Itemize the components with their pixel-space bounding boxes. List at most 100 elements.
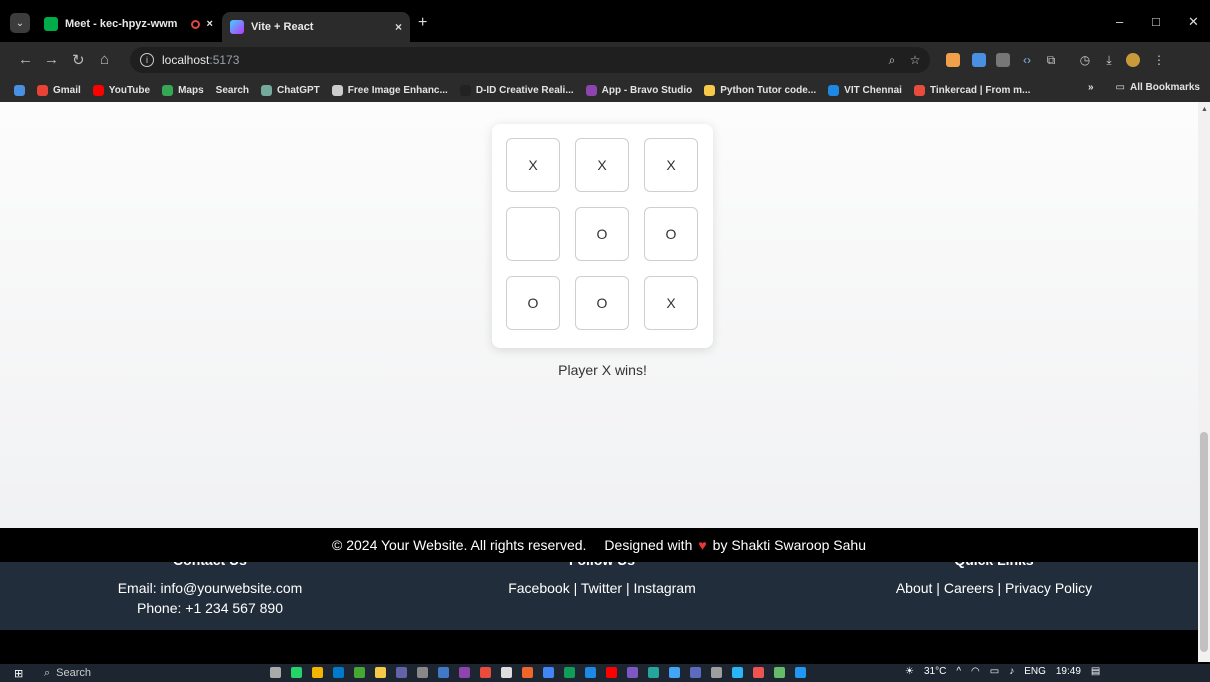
chatgpt-icon <box>261 84 273 96</box>
bookmark-chatgpt[interactable]: ChatGPT <box>261 84 320 96</box>
app-icon[interactable] <box>753 667 764 678</box>
bookmark-maps[interactable]: Maps <box>162 84 204 96</box>
bookmarks-overflow-button[interactable]: » <box>1088 82 1094 93</box>
history-icon[interactable]: ◷ <box>1078 53 1092 67</box>
tab-meet[interactable]: Meet - kec-hpyz-wwm × <box>36 12 222 36</box>
extensions-puzzle-icon[interactable]: ⧉ <box>1044 53 1058 67</box>
board-cell[interactable]: O <box>506 276 560 330</box>
menu-icon[interactable]: ⋮ <box>1152 53 1166 67</box>
file-explorer-icon[interactable] <box>375 667 386 678</box>
reload-icon[interactable]: ↻ <box>72 51 85 69</box>
new-tab-button[interactable]: + <box>418 14 427 32</box>
app-icon[interactable] <box>669 667 680 678</box>
teams-icon[interactable] <box>396 667 407 678</box>
weather-icon: ☀ <box>905 666 914 677</box>
zoom-icon[interactable]: ⌕ <box>885 53 899 67</box>
task-view-icon[interactable] <box>270 667 281 678</box>
bookmark-gmail[interactable]: Gmail <box>37 84 81 96</box>
chrome-icon[interactable] <box>312 667 323 678</box>
devtools-icon[interactable]: ‹› <box>1020 53 1034 67</box>
app-icon[interactable] <box>501 667 512 678</box>
all-bookmarks-button[interactable]: All Bookmarks <box>1130 82 1200 93</box>
home-icon[interactable]: ⌂ <box>100 51 109 68</box>
weather-temp[interactable]: 31°C <box>924 666 946 677</box>
notification-icon[interactable]: ▤ <box>1091 666 1100 677</box>
app-icon[interactable] <box>480 667 491 678</box>
board-cell[interactable]: O <box>575 207 629 261</box>
app-icon[interactable] <box>564 667 575 678</box>
app-icon[interactable] <box>522 667 533 678</box>
tab-vite-react[interactable]: Vite + React × <box>222 12 410 42</box>
search-icon: ⌕ <box>44 666 51 679</box>
bookmark-search[interactable]: Search <box>216 85 249 96</box>
contact-email: Email: info@yourwebsite.com <box>117 580 303 596</box>
app-icon[interactable] <box>627 667 638 678</box>
close-window-button[interactable]: ✕ <box>1188 14 1199 30</box>
bookmark-image-enhancer[interactable]: Free Image Enhanc... <box>331 84 448 96</box>
address-bar[interactable]: i localhost :5173 <box>130 47 930 73</box>
avatar[interactable] <box>1126 53 1140 67</box>
bookmark-d-id[interactable]: D-ID Creative Reali... <box>459 84 574 96</box>
download-icon[interactable]: ⤓ <box>1102 53 1116 67</box>
app-icon[interactable] <box>606 667 617 678</box>
battery-icon[interactable]: ▭ <box>990 666 999 677</box>
bookmark-python-tutor[interactable]: Python Tutor code... <box>704 84 816 96</box>
bookmark-bravo-studio[interactable]: App - Bravo Studio <box>585 84 692 96</box>
chevron-up-icon[interactable]: ^ <box>956 666 961 677</box>
tinkercad-icon <box>913 84 925 96</box>
scroll-up-icon[interactable]: ▲ <box>1201 106 1208 113</box>
app-icon[interactable] <box>438 667 449 678</box>
quick-links[interactable]: About | Careers | Privacy Policy <box>814 578 1174 598</box>
board-cell[interactable]: X <box>575 138 629 192</box>
social-links[interactable]: Facebook | Twitter | Instagram <box>422 578 782 598</box>
board-cell[interactable]: X <box>644 276 698 330</box>
app-icon[interactable] <box>795 667 806 678</box>
whatsapp-icon[interactable] <box>291 667 302 678</box>
app-icon[interactable] <box>417 667 428 678</box>
contact-phone: Phone: +1 234 567 890 <box>137 600 283 616</box>
game-board: X X X O O O O X <box>492 124 713 348</box>
extension-icon[interactable] <box>946 53 960 67</box>
extension-icon[interactable] <box>996 53 1010 67</box>
app-icon[interactable] <box>585 667 596 678</box>
app-icon[interactable] <box>732 667 743 678</box>
maximize-button[interactable]: □ <box>1152 14 1160 29</box>
extension-icon[interactable] <box>972 53 986 67</box>
vscode-icon[interactable] <box>333 667 344 678</box>
forward-arrow-icon[interactable]: → <box>44 51 59 68</box>
bookmark-star-icon[interactable]: ☆ <box>908 53 922 67</box>
app-icon[interactable] <box>774 667 785 678</box>
system-tray: ☀ 31°C ^ ◠ ▭ ♪ ENG 19:49 ▤ <box>905 666 1110 677</box>
board-cell[interactable]: O <box>644 207 698 261</box>
apps-icon[interactable] <box>14 84 25 96</box>
bookmark-vit-chennai[interactable]: VIT Chennai <box>828 84 902 96</box>
tab-close-icon[interactable]: × <box>206 18 212 30</box>
bookmark-tinkercad[interactable]: Tinkercad | From m... <box>913 84 1030 96</box>
board-cell[interactable]: O <box>575 276 629 330</box>
taskbar-search[interactable]: ⌕ Search <box>40 665 240 681</box>
app-icon[interactable] <box>711 667 722 678</box>
tab-search-button[interactable]: ⌄ <box>10 13 30 33</box>
site-info-icon[interactable]: i <box>140 53 154 67</box>
clock[interactable]: 19:49 <box>1056 666 1081 677</box>
windows-start-icon[interactable]: ⊞ <box>14 667 23 680</box>
wifi-icon[interactable]: ◠ <box>971 666 980 677</box>
board-cell[interactable] <box>506 207 560 261</box>
app-icon[interactable] <box>690 667 701 678</box>
bookmark-youtube[interactable]: YouTube <box>92 84 150 96</box>
minimize-button[interactable]: – <box>1116 14 1123 29</box>
app-icon[interactable] <box>648 667 659 678</box>
app-icon[interactable] <box>459 667 470 678</box>
volume-icon[interactable]: ♪ <box>1009 666 1014 677</box>
board-cell[interactable]: X <box>506 138 560 192</box>
tab-close-icon[interactable]: × <box>395 20 402 34</box>
language-indicator[interactable]: ENG <box>1024 666 1046 677</box>
bookmarks-bar: Gmail YouTube Maps Search ChatGPT Free I… <box>0 78 1210 102</box>
app-icon[interactable] <box>543 667 554 678</box>
taskbar-apps <box>270 667 816 678</box>
page-scrollbar[interactable]: ▲ <box>1198 102 1210 662</box>
app-icon[interactable] <box>354 667 365 678</box>
board-cell[interactable]: X <box>644 138 698 192</box>
back-arrow-icon[interactable]: ← <box>18 51 33 68</box>
scrollbar-thumb[interactable] <box>1200 432 1208 652</box>
